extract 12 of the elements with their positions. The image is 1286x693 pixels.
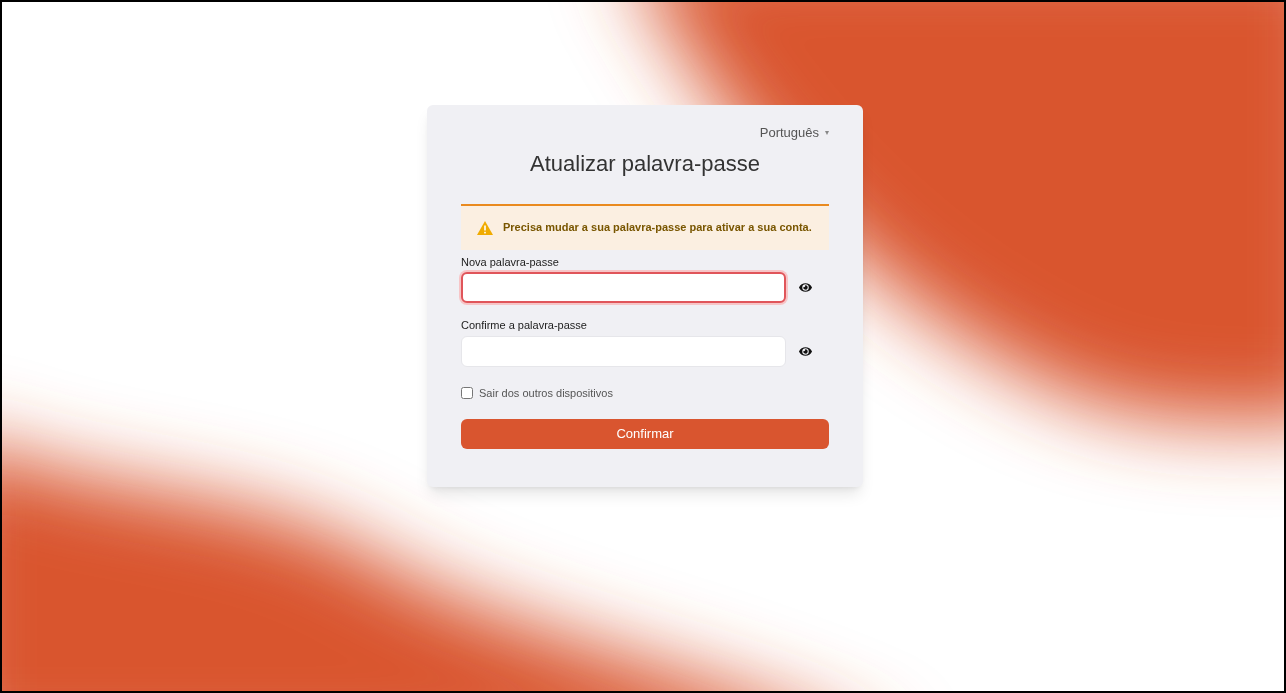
checkbox-label: Sair dos outros dispositivos: [479, 385, 613, 401]
confirm-button[interactable]: Confirmar: [461, 419, 829, 449]
field-label: Nova palavra-passe: [461, 254, 560, 270]
language-dropdown[interactable]: Português ▾: [759, 123, 829, 143]
eye-icon[interactable]: [799, 281, 812, 294]
password-field[interactable]: [461, 272, 786, 303]
logout-checkbox[interactable]: [461, 386, 473, 399]
warning-icon: [477, 220, 493, 235]
warning-message: Precisa mudar a sua palavra-passe para ativar a sua conta.: [503, 220, 812, 236]
field-label: Confirme a palavra-passe: [461, 318, 588, 333]
eye-icon[interactable]: [799, 344, 812, 358]
page-title: Atualizar palavra-passe: [529, 149, 761, 178]
